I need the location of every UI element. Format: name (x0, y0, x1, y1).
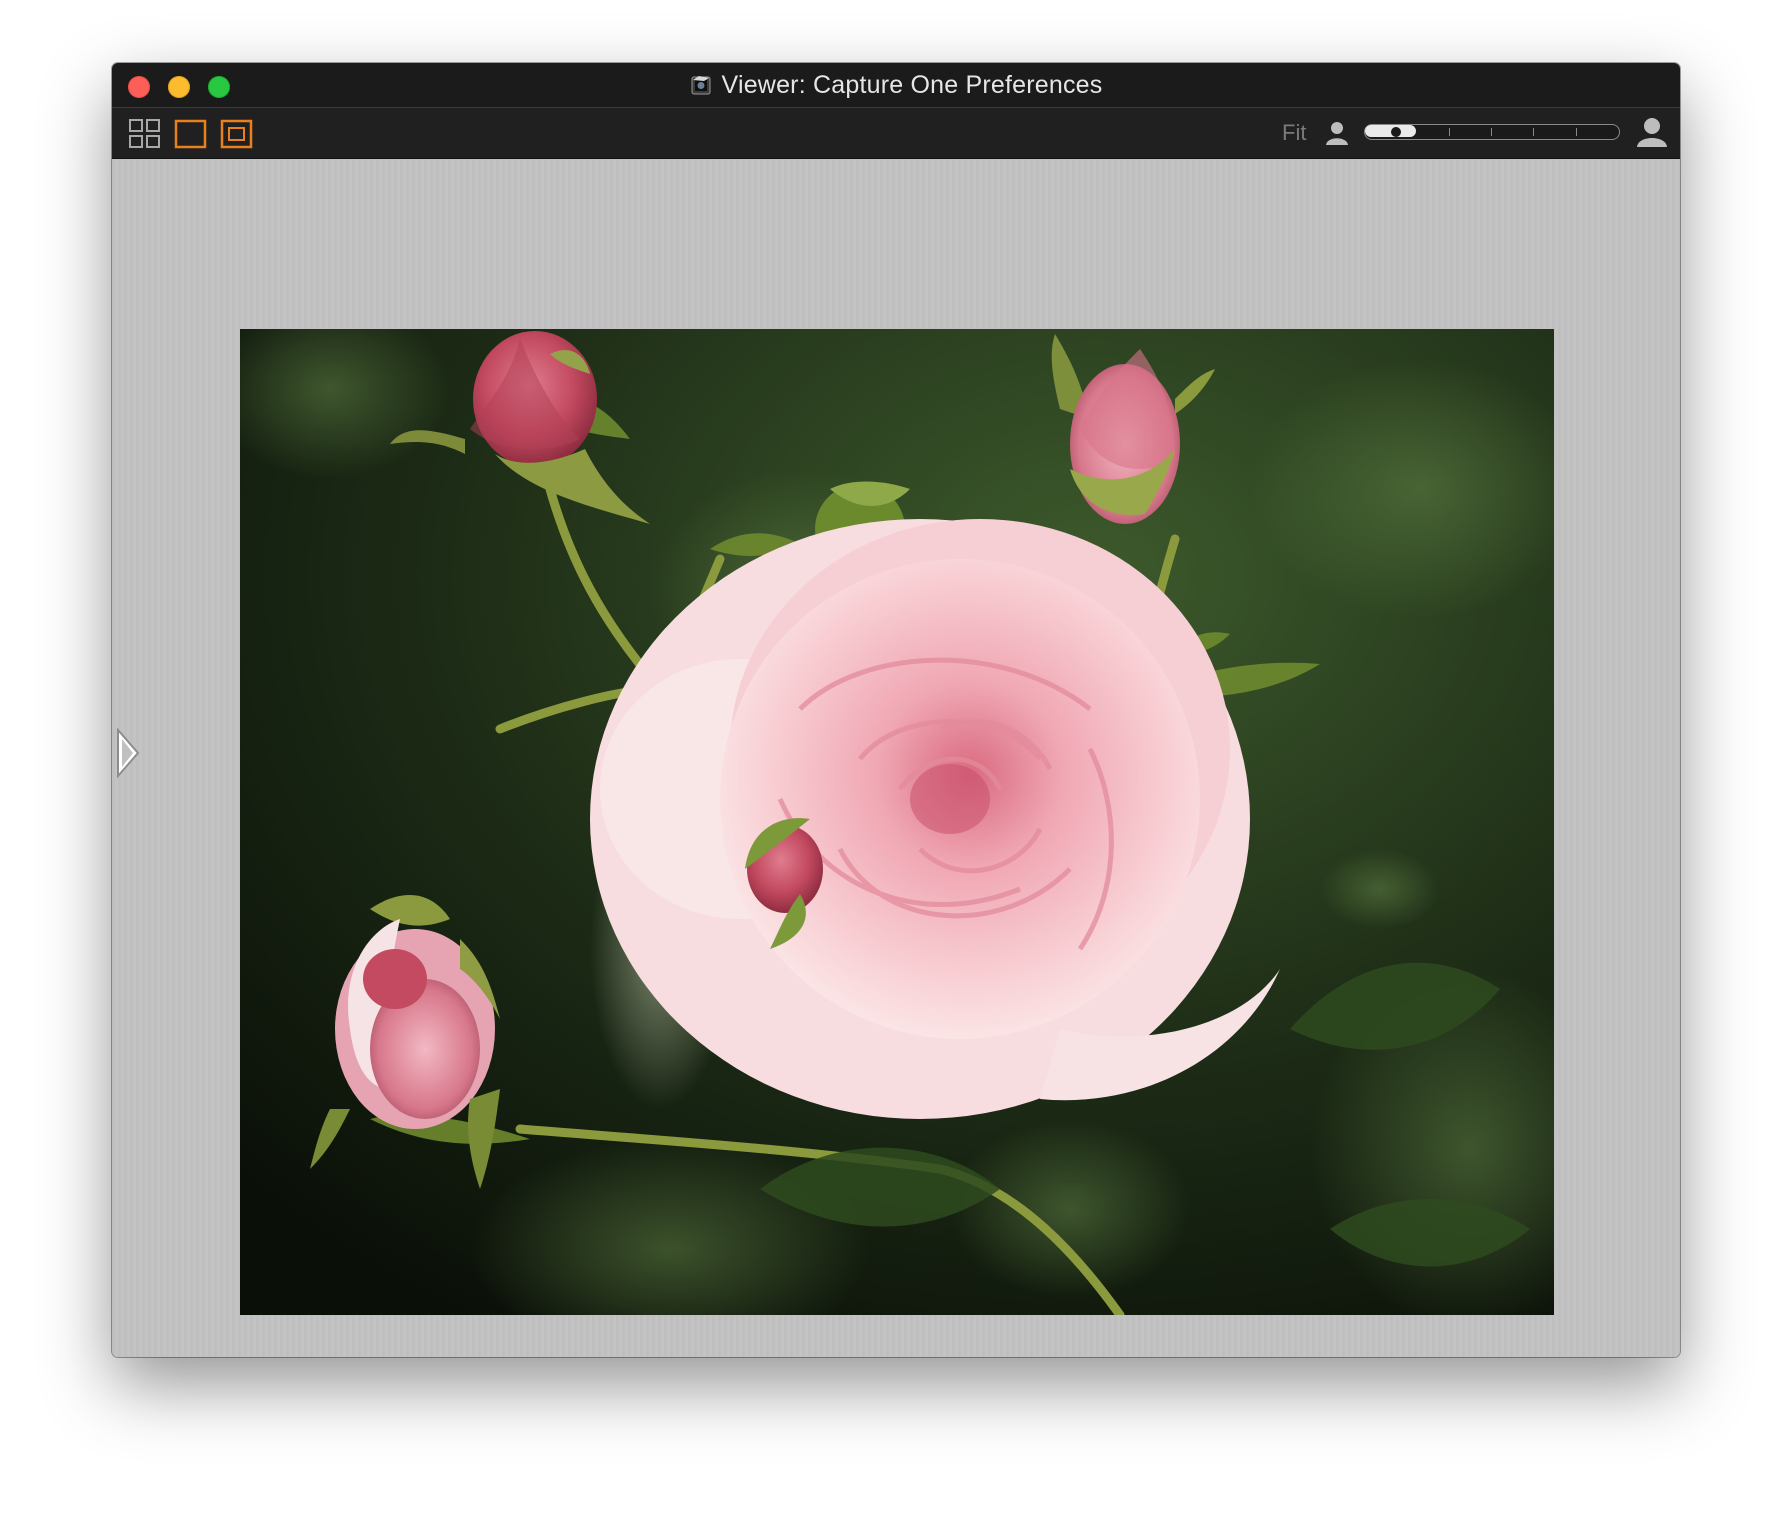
slider-tick (1449, 128, 1450, 136)
framed-view-button[interactable] (220, 118, 254, 150)
rose-image (240, 329, 1554, 1315)
slider-tick (1576, 128, 1577, 136)
pink-rose-photo[interactable] (240, 329, 1554, 1315)
window-title: Viewer: Capture One Preferences (721, 70, 1103, 99)
viewer-window: Viewer: Capture One Preferences Fit (112, 63, 1680, 1357)
grid-view-button[interactable] (128, 118, 162, 150)
thumbnail-size-slider[interactable] (1364, 124, 1620, 140)
viewer-canvas (112, 159, 1680, 1357)
sidebar-expand-arrow-icon[interactable] (114, 727, 142, 779)
title-bar[interactable]: Viewer: Capture One Preferences (112, 63, 1680, 108)
person-small-icon (1326, 122, 1348, 145)
viewer-toolbar: Fit (112, 108, 1680, 159)
person-large-icon (1637, 118, 1667, 147)
app-icon (691, 76, 711, 95)
slider-knob[interactable] (1391, 127, 1401, 137)
slider-tick (1533, 128, 1534, 136)
single-view-button[interactable] (174, 118, 208, 150)
slider-tick (1491, 128, 1492, 136)
title-group: Viewer: Capture One Preferences (112, 63, 1680, 107)
zoom-fit-label[interactable]: Fit (1282, 120, 1306, 146)
